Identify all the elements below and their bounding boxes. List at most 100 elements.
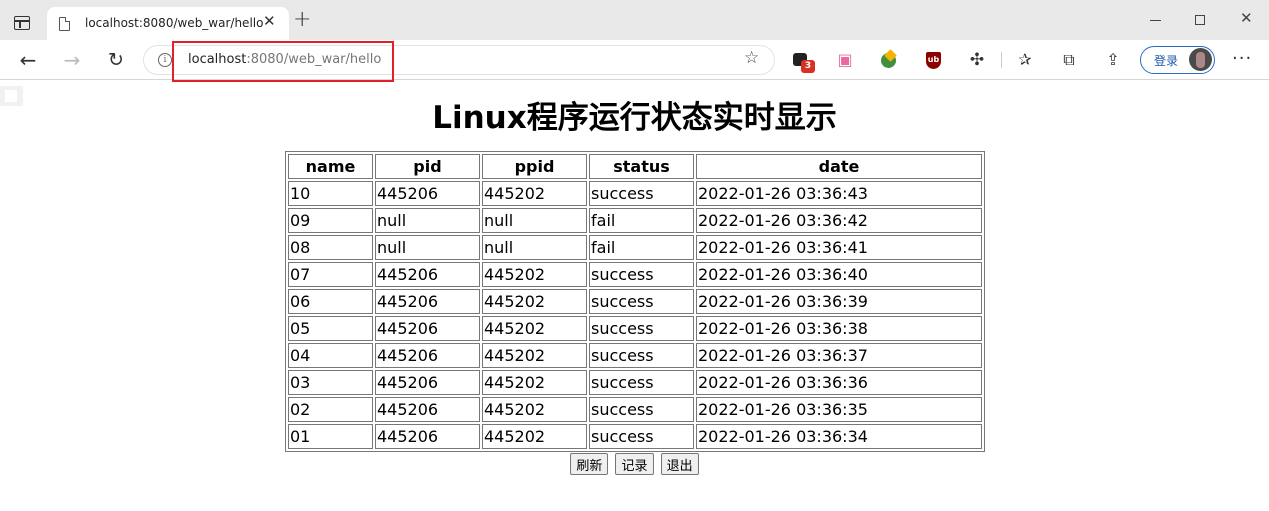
minimize-icon[interactable] <box>1150 20 1161 21</box>
cell-pid: 445206 <box>375 289 480 314</box>
cell-name: 09 <box>288 208 373 233</box>
cell-date: 2022-01-26 03:36:39 <box>696 289 982 314</box>
records-button[interactable]: 记录 <box>615 453 654 475</box>
table-row: 09 null null fail 2022-01-26 03:36:42 <box>288 208 982 233</box>
close-icon[interactable]: ✕ <box>263 14 276 29</box>
cell-date: 2022-01-26 03:36:35 <box>696 397 982 422</box>
cell-status: fail <box>589 235 694 260</box>
browser-tab[interactable]: localhost:8080/web_war/hello ✕ <box>47 7 289 40</box>
table-row: 07 445206 445202 success 2022-01-26 03:36:40 <box>288 262 982 287</box>
cell-pid: 445206 <box>375 424 480 449</box>
cell-ppid: null <box>482 235 587 260</box>
cell-date: 2022-01-26 03:36:38 <box>696 316 982 341</box>
table-row: 10 445206 445202 success 2022-01-26 03:36:43 <box>288 181 982 206</box>
cell-status: success <box>589 343 694 368</box>
cell-date: 2022-01-26 03:36:40 <box>696 262 982 287</box>
table-row: 06 445206 445202 success 2022-01-26 03:36:39 <box>288 289 982 314</box>
column-header-ppid: ppid <box>482 154 587 179</box>
cell-pid: 445206 <box>375 262 480 287</box>
cell-name: 02 <box>288 397 373 422</box>
cell-date: 2022-01-26 03:36:36 <box>696 370 982 395</box>
table-row: 05 445206 445202 success 2022-01-26 03:36:38 <box>288 316 982 341</box>
tab-title: localhost:8080/web_war/hello <box>85 16 264 30</box>
url-highlight-box <box>172 41 394 82</box>
maximize-icon[interactable] <box>1195 15 1205 25</box>
column-header-status: status <box>589 154 694 179</box>
cell-date: 2022-01-26 03:36:43 <box>696 181 982 206</box>
login-label: 登录 <box>1154 54 1179 68</box>
cell-ppid: 445202 <box>482 262 587 287</box>
table-row: 03 445206 445202 success 2022-01-26 03:36:36 <box>288 370 982 395</box>
forward-icon[interactable]: → <box>60 48 84 72</box>
table-row: 01 445206 445202 success 2022-01-26 03:36:34 <box>288 424 982 449</box>
ublock-extension-icon[interactable]: ub <box>923 50 943 70</box>
extension-icon[interactable]: 3 <box>791 50 815 73</box>
toolbar-divider <box>1001 52 1002 68</box>
cell-name: 04 <box>288 343 373 368</box>
cell-date: 2022-01-26 03:36:37 <box>696 343 982 368</box>
info-icon[interactable]: i <box>158 53 172 67</box>
avatar <box>1189 48 1212 71</box>
action-buttons: 刷新 记录 退出 <box>0 453 1269 475</box>
back-icon[interactable]: ← <box>16 48 40 72</box>
cell-pid: null <box>375 235 480 260</box>
tab-strip: localhost:8080/web_war/hello ✕ + ✕ <box>0 0 1269 40</box>
cell-name: 01 <box>288 424 373 449</box>
download-extension-icon[interactable] <box>879 50 899 70</box>
plus-icon[interactable]: + <box>293 9 311 31</box>
favorites-icon[interactable]: ✰ <box>1015 50 1035 70</box>
cell-pid: 445206 <box>375 397 480 422</box>
process-table: name pid ppid status date 10 445206 445202… <box>285 151 985 452</box>
collections-icon[interactable]: ⧉ <box>1059 50 1079 70</box>
cell-pid: 445206 <box>375 181 480 206</box>
cell-status: success <box>589 289 694 314</box>
cell-ppid: 445202 <box>482 289 587 314</box>
cell-name: 05 <box>288 316 373 341</box>
cell-pid: 445206 <box>375 370 480 395</box>
cell-name: 06 <box>288 289 373 314</box>
cell-pid: 445206 <box>375 316 480 341</box>
cell-ppid: 445202 <box>482 370 587 395</box>
cell-status: success <box>589 370 694 395</box>
cell-name: 03 <box>288 370 373 395</box>
more-icon[interactable]: ··· <box>1232 48 1252 69</box>
cell-name: 07 <box>288 262 373 287</box>
column-header-pid: pid <box>375 154 480 179</box>
cell-date: 2022-01-26 03:36:42 <box>696 208 982 233</box>
table-row: 08 null null fail 2022-01-26 03:36:41 <box>288 235 982 260</box>
star-add-icon[interactable]: ☆ <box>744 50 759 67</box>
table-row: 04 445206 445202 success 2022-01-26 03:36:37 <box>288 343 982 368</box>
cell-status: fail <box>589 208 694 233</box>
share-icon[interactable]: ⇪ <box>1103 50 1123 70</box>
cell-ppid: 445202 <box>482 424 587 449</box>
cell-pid: null <box>375 208 480 233</box>
reload-icon[interactable]: ↻ <box>104 48 128 72</box>
window-close-icon[interactable]: ✕ <box>1240 11 1253 26</box>
cell-ppid: 445202 <box>482 397 587 422</box>
exit-button[interactable]: 退出 <box>660 453 699 475</box>
cell-status: success <box>589 181 694 206</box>
cell-date: 2022-01-26 03:36:41 <box>696 235 982 260</box>
page-icon <box>59 17 70 31</box>
cell-ppid: 445202 <box>482 181 587 206</box>
column-header-name: name <box>288 154 373 179</box>
table-row: 02 445206 445202 success 2022-01-26 03:36:35 <box>288 397 982 422</box>
extension-badge: 3 <box>801 60 815 73</box>
cell-status: success <box>589 316 694 341</box>
login-button[interactable]: 登录 <box>1140 46 1215 74</box>
cell-pid: 445206 <box>375 343 480 368</box>
puzzle-icon[interactable]: ✣ <box>967 50 987 70</box>
column-header-date: date <box>696 154 982 179</box>
cell-status: success <box>589 424 694 449</box>
tab-actions-icon[interactable] <box>14 16 30 30</box>
page-content: Linux程序运行状态实时显示 name pid ppid status dat… <box>0 81 1269 511</box>
cell-name: 08 <box>288 235 373 260</box>
cell-ppid: 445202 <box>482 316 587 341</box>
cell-ppid: null <box>482 208 587 233</box>
refresh-button[interactable]: 刷新 <box>570 453 609 475</box>
cell-name: 10 <box>288 181 373 206</box>
table-header-row: name pid ppid status date <box>288 154 982 179</box>
bilibili-extension-icon[interactable]: ▣ <box>835 50 855 70</box>
cell-status: success <box>589 262 694 287</box>
page-title: Linux程序运行状态实时显示 <box>432 100 837 136</box>
